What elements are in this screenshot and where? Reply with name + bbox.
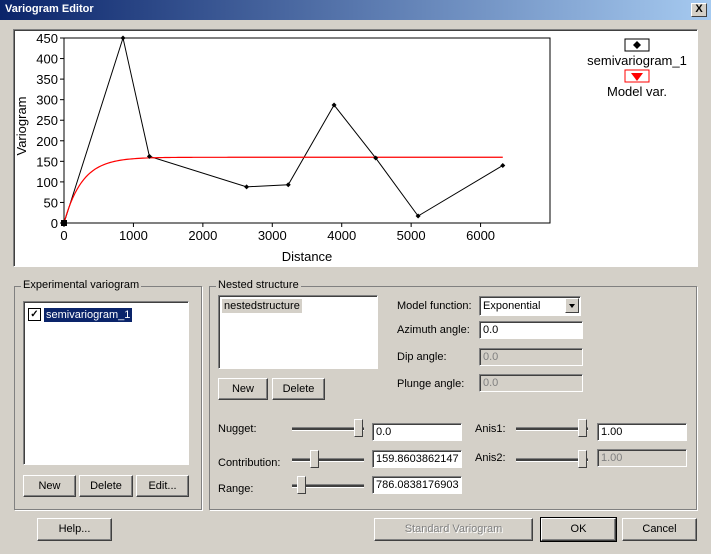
x-tick-label: 0 (60, 228, 67, 243)
x-tick-label: 4000 (327, 228, 356, 243)
y-tick-label: 50 (44, 195, 58, 210)
y-tick-label: 200 (36, 134, 58, 149)
close-icon: X (695, 3, 703, 15)
y-tick-label: 150 (36, 154, 58, 169)
contribution-label: Contribution: (218, 457, 281, 469)
ok-button[interactable]: OK (540, 517, 617, 542)
plunge-angle-label: Plunge angle: (397, 378, 465, 390)
legend-series-1: semivariogram_1 (587, 53, 687, 68)
window-title: Variogram Editor (5, 3, 94, 15)
list-item[interactable]: nestedstructure (222, 299, 302, 313)
y-tick-label: 350 (36, 72, 58, 87)
anis1-slider-thumb[interactable] (578, 419, 587, 437)
x-tick-label: 6000 (466, 228, 495, 243)
model-function-label: Model function: (397, 300, 472, 312)
model-function-value: Exponential (483, 300, 541, 312)
cancel-button[interactable]: Cancel (622, 518, 697, 541)
experimental-new-button[interactable]: New (23, 475, 76, 497)
experimental-variogram-list[interactable]: ✓ semivariogram_1 (23, 301, 189, 465)
azimuth-angle-field[interactable]: 0.0 (479, 321, 583, 339)
help-button[interactable]: Help... (37, 518, 112, 541)
anis2-field: 1.00 (597, 449, 687, 467)
plunge-angle-field: 0.0 (479, 374, 583, 392)
plot-area (63, 37, 551, 224)
dip-angle-label: Dip angle: (397, 351, 447, 363)
range-label: Range: (218, 483, 254, 495)
dip-angle-field: 0.0 (479, 348, 583, 366)
y-tick-label: 0 (51, 216, 58, 231)
nugget-field[interactable]: 0.0 (372, 423, 462, 441)
nugget-label: Nugget: (218, 423, 257, 435)
y-axis-label: Variogram (14, 96, 29, 155)
anis2-slider-thumb[interactable] (578, 450, 587, 468)
y-tick-label: 300 (36, 93, 58, 108)
nested-structure-legend: Nested structure (216, 279, 301, 291)
model-function-select[interactable]: Exponential (479, 296, 581, 316)
list-item[interactable]: ✓ semivariogram_1 (28, 307, 133, 322)
anis1-label: Anis1: (475, 423, 506, 435)
y-tick-label: 250 (36, 113, 58, 128)
range-field[interactable]: 786.0838176903 (372, 476, 462, 494)
anis2-label: Anis2: (475, 452, 506, 464)
close-button[interactable]: X (691, 3, 707, 17)
semivariogram-item-label: semivariogram_1 (44, 307, 133, 322)
title-bar: Variogram Editor X (0, 0, 711, 20)
anis1-field[interactable]: 1.00 (597, 423, 687, 441)
experimental-variogram-legend: Experimental variogram (21, 279, 142, 291)
origin-marker (61, 220, 67, 226)
x-axis-label: Distance (282, 249, 333, 264)
y-tick-label: 400 (36, 52, 58, 67)
y-tick-label: 450 (36, 31, 58, 46)
standard-variogram-button: Standard Variogram (374, 518, 533, 541)
x-tick-label: 3000 (258, 228, 287, 243)
experimental-edit-button[interactable]: Edit... (136, 475, 189, 497)
contribution-field[interactable]: 159.8603862147 (372, 450, 462, 468)
legend-series-2: Model var. (607, 84, 667, 99)
experimental-delete-button[interactable]: Delete (79, 475, 133, 497)
dropdown-button[interactable] (565, 298, 579, 313)
chevron-down-icon (569, 304, 575, 308)
y-tick-label: 100 (36, 175, 58, 190)
x-tick-label: 1000 (119, 228, 148, 243)
x-tick-label: 2000 (188, 228, 217, 243)
checkbox-checked-icon[interactable]: ✓ (28, 308, 41, 321)
contribution-slider-track[interactable] (292, 458, 364, 462)
contribution-slider-thumb[interactable] (310, 450, 319, 468)
nugget-slider-thumb[interactable] (354, 419, 363, 437)
nested-new-button[interactable]: New (218, 378, 268, 400)
plot-panel: 0 50 100 150 200 250 300 350 400 450 0 1000 2000 300… (13, 29, 698, 267)
x-tick-label: 5000 (397, 228, 426, 243)
range-slider-thumb[interactable] (297, 476, 306, 494)
nested-structure-list[interactable]: nestedstructure (218, 295, 378, 369)
variogram-chart[interactable]: 0 50 100 150 200 250 300 350 400 450 0 1000 2000 300… (14, 30, 697, 266)
azimuth-angle-label: Azimuth angle: (397, 324, 470, 336)
nested-delete-button[interactable]: Delete (272, 378, 325, 400)
